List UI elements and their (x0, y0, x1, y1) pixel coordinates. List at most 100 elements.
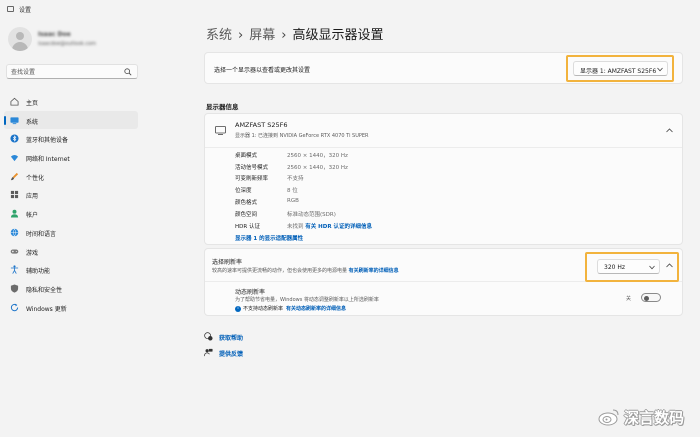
feedback-icon (204, 348, 213, 357)
dynamic-refresh-link[interactable]: 有关动态刷新率的详细信息 (286, 306, 346, 312)
toggle-knob (644, 295, 649, 301)
dynamic-refresh-title: 动态刷新率 (235, 289, 266, 296)
sidebar-item-label: 蓝牙和其他设备 (26, 137, 69, 145)
dynamic-refresh-toggle[interactable] (641, 293, 661, 302)
bluetooth-icon (10, 134, 19, 143)
refresh-rate-dropdown[interactable]: 320 Hz (597, 259, 660, 274)
sidebar-item-label: 帐户 (26, 212, 39, 220)
watermark-text: 深言数码 (624, 409, 685, 427)
sidebar-item-time-language[interactable]: 时间和语言 (4, 223, 138, 242)
sidebar-item-windows-update[interactable]: Windows 更新 (4, 298, 138, 317)
sidebar-item-label: 隐私和安全性 (26, 286, 63, 294)
window-title: 设置 (19, 7, 32, 14)
help-icon (204, 332, 213, 341)
sidebar-item-label: 辅助功能 (26, 268, 51, 276)
info-value: RGB (287, 198, 299, 204)
chevron-up-icon[interactable] (666, 128, 673, 133)
get-help-label: 获取帮助 (219, 335, 244, 342)
display-select-label: 选择一个显示器以查看或更改其设置 (214, 67, 311, 74)
sidebar-item-label: 个性化 (26, 174, 45, 182)
toggle-state-label: 关 (626, 296, 632, 302)
sidebar-item-accessibility[interactable]: 辅助功能 (4, 260, 138, 279)
display-name: AMZFAST S25F6 (235, 121, 288, 129)
info-icon: i (235, 305, 241, 312)
sidebar-item-label: 时间和语言 (26, 230, 57, 238)
sidebar-item-gaming[interactable]: 游戏 (4, 242, 138, 261)
breadcrumb: 系统 › 屏幕 › 高级显示器设置 (206, 24, 383, 43)
info-value: 不支持 (287, 176, 304, 182)
sidebar-item-privacy[interactable]: 隐私和安全性 (4, 279, 138, 298)
globe-icon (10, 228, 19, 237)
sidebar-item-label: 应用 (26, 193, 39, 201)
gamepad-icon (10, 249, 19, 254)
info-key: 颜色格式 (235, 200, 258, 206)
system-icon (10, 117, 19, 124)
sidebar-item-network[interactable]: 网络和 Internet (4, 148, 138, 167)
feedback-label: 提供反馈 (219, 351, 244, 358)
home-icon (10, 97, 19, 106)
chevron-down-icon (649, 265, 655, 270)
watermark: 深言数码 (598, 406, 698, 430)
avatar[interactable] (8, 27, 32, 51)
person-icon (10, 209, 19, 218)
sidebar-item-label: Windows 更新 (26, 305, 67, 313)
refresh-rate-desc-text: 较高的速率可提供更流畅的动作，但也会使用更多的电源电量 (212, 268, 348, 274)
dynamic-refresh-note-text: 不支持动态刷新率 (243, 306, 284, 312)
info-key: 可变刷新频率 (235, 176, 269, 182)
refresh-rate-card: 选择刷新率 较高的速率可提供更流畅的动作，但也会使用更多的电源电量 有关刷新率的… (204, 248, 683, 316)
info-value: 标准动态范围(SDR) (287, 212, 336, 218)
sidebar-item-home[interactable]: 主页 (4, 92, 138, 111)
search-input[interactable] (11, 67, 121, 77)
breadcrumb-separator: › (281, 28, 287, 43)
monitor-icon (215, 126, 226, 135)
info-value: 8 位 (287, 188, 298, 194)
title-bar: 设置 (0, 0, 700, 18)
sidebar-item-label: 网络和 Internet (26, 156, 70, 164)
sidebar-nav: 主页 系统 蓝牙和其他设备 网络和 Internet 个性化 应用 帐户 时间和… (4, 92, 138, 316)
refresh-rate-header: 选择刷新率 较高的速率可提供更流畅的动作，但也会使用更多的电源电量 有关刷新率的… (205, 249, 682, 282)
display-info-card: AMZFAST S25F6 显示器 1: 已连接到 NVIDIA GeForce… (204, 113, 683, 245)
dynamic-refresh-note: i 不支持动态刷新率 有关动态刷新率的详细信息 (235, 305, 346, 312)
info-value: 未找到 有关 HDR 认证的详细信息 (287, 222, 372, 230)
display-subtitle: 显示器 1: 已连接到 NVIDIA GeForce RTX 4070 Ti S… (235, 133, 369, 139)
info-key: 位深度 (235, 188, 252, 194)
info-key: 颜色空间 (235, 212, 258, 218)
refresh-rate-value: 320 Hz (604, 264, 626, 271)
hdr-value: 未找到 (287, 224, 304, 230)
breadcrumb-separator: › (238, 28, 244, 43)
update-icon (10, 303, 19, 311)
chevron-up-icon[interactable] (666, 263, 673, 268)
display-select-dropdown[interactable]: 显示器 1: AMZFAST S25F6 (573, 61, 668, 76)
info-key: 活动信号模式 (235, 165, 269, 171)
user-email: isaacdoe@outlook.com (38, 41, 97, 47)
sidebar-item-personalization[interactable]: 个性化 (4, 167, 138, 186)
breadcrumb-display[interactable]: 屏幕 (249, 28, 275, 43)
info-value: 2560 × 1440，320 Hz (287, 153, 348, 159)
settings-app-icon (7, 6, 14, 12)
brush-icon (10, 172, 19, 180)
refresh-rate-link[interactable]: 有关刷新率的详细信息 (349, 268, 399, 274)
weibo-logo-icon (598, 409, 619, 426)
search-icon[interactable] (124, 68, 132, 76)
chevron-down-icon (657, 67, 663, 72)
sidebar-item-label: 主页 (26, 100, 39, 107)
sidebar-item-bluetooth[interactable]: 蓝牙和其他设备 (4, 129, 138, 148)
sidebar-item-label: 游戏 (26, 249, 39, 257)
sidebar-item-system[interactable]: 系统 (4, 110, 138, 130)
info-key: HDR 认证 (235, 224, 260, 230)
wifi-icon (10, 155, 19, 162)
sidebar-item-accounts[interactable]: 帐户 (4, 204, 138, 223)
search-box[interactable] (6, 64, 138, 79)
display-select-card: 选择一个显示器以查看或更改其设置 显示器 1: AMZFAST S25F6 (204, 52, 683, 84)
breadcrumb-system[interactable]: 系统 (206, 28, 232, 43)
hdr-cert-link[interactable]: 有关 HDR 认证的详细信息 (305, 224, 372, 230)
page-title: 高级显示器设置 (292, 28, 384, 43)
display-info-header[interactable]: AMZFAST S25F6 显示器 1: 已连接到 NVIDIA GeForce… (205, 114, 682, 148)
info-key: 桌面模式 (235, 153, 258, 159)
user-name: Isaac Doe (38, 31, 71, 38)
adapter-properties-link[interactable]: 显示器 1 的显示适配器属性 (235, 234, 303, 242)
dynamic-refresh-description: 为了帮助节省电量，Windows 将动态调整刷新率以上所选刷新率 (235, 297, 379, 303)
sidebar-item-apps[interactable]: 应用 (4, 185, 138, 204)
sidebar-item-label: 系统 (26, 118, 39, 126)
display-info-heading: 显示器信息 (206, 103, 239, 111)
